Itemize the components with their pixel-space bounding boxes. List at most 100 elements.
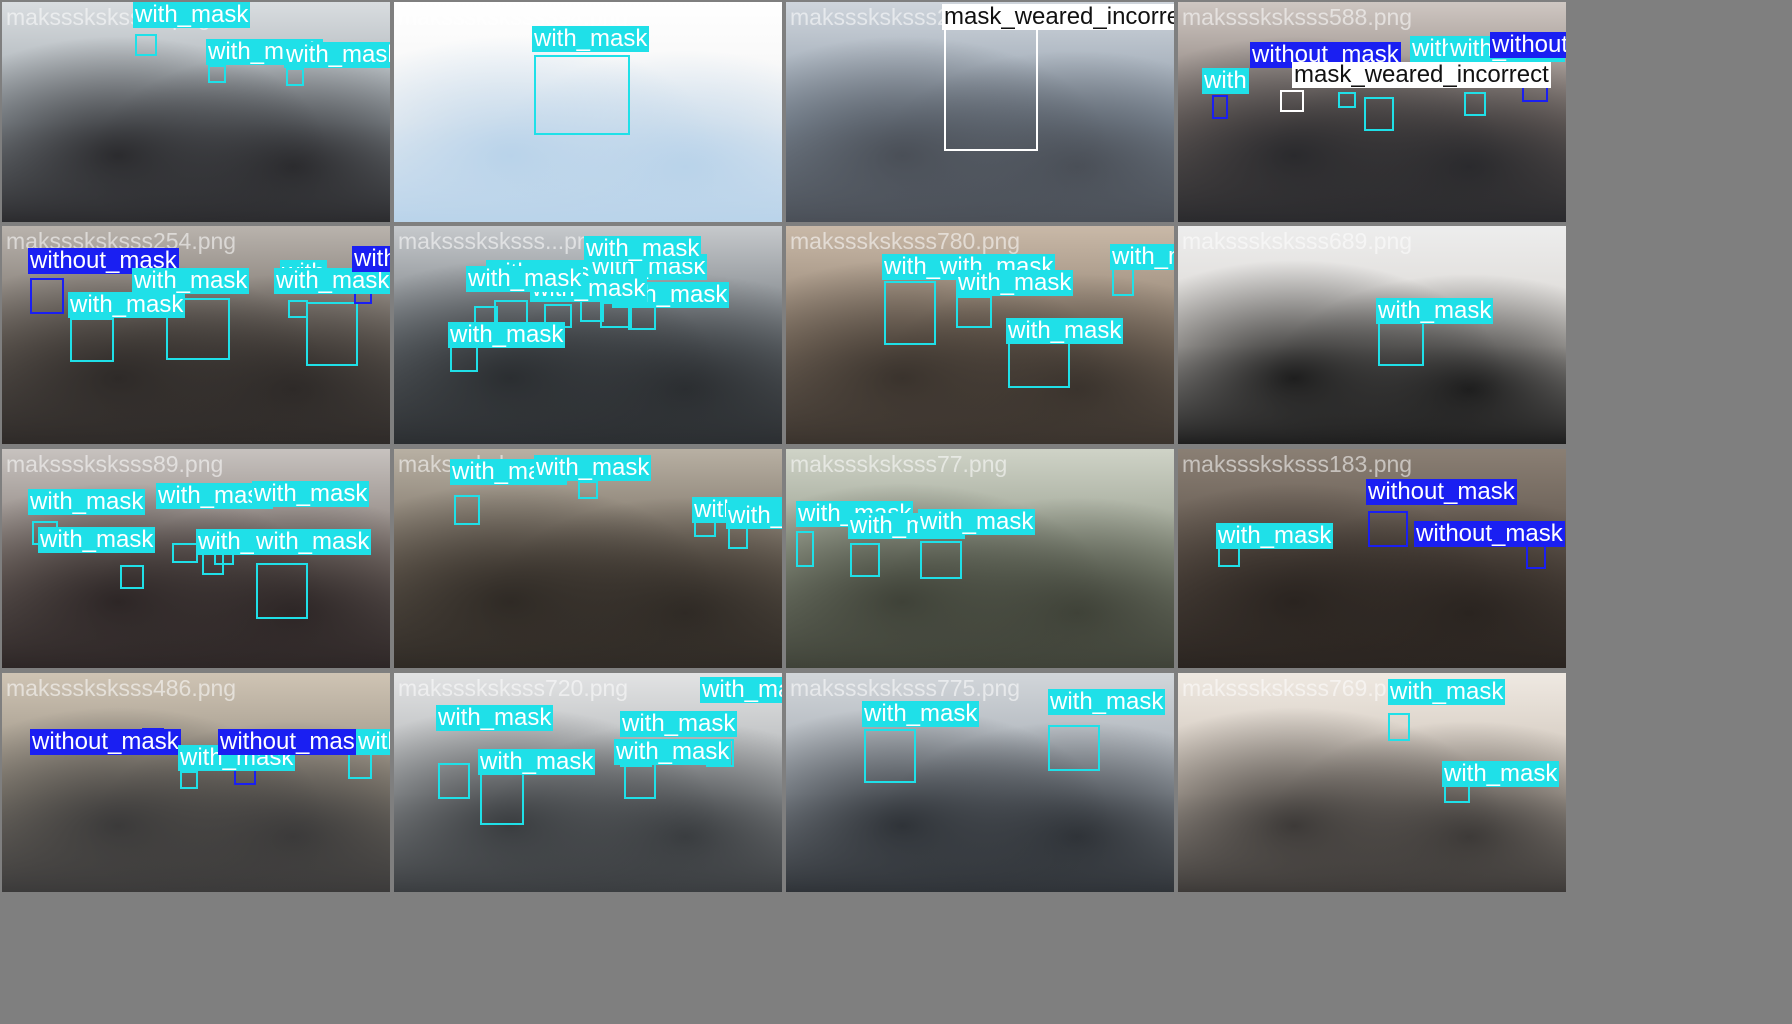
image-tile: maksssksksss394.png with_mask bbox=[394, 2, 782, 222]
bounding-box bbox=[1368, 511, 1408, 547]
detection-label: without_mas bbox=[218, 728, 357, 755]
bounding-box bbox=[850, 543, 880, 577]
image-tile: maksssksksss720.png with_mask with_mask wit… bbox=[394, 673, 782, 892]
bounding-box bbox=[1212, 95, 1228, 119]
bounding-box bbox=[70, 318, 114, 362]
file-name: maksssksksss77.png bbox=[790, 451, 1008, 477]
detection-label: with_mask bbox=[1006, 317, 1124, 344]
image-tile: maksssksksss588.pngwithout_maskwithwith_… bbox=[1178, 2, 1566, 222]
bounding-box bbox=[30, 278, 64, 314]
bounding-box bbox=[728, 527, 748, 549]
detection-label: with_mask bbox=[1110, 244, 1174, 270]
bounding-box bbox=[1280, 90, 1304, 112]
image-tile: maksssksksss89.png with_mask with_mask with… bbox=[2, 449, 390, 668]
bounding-box bbox=[172, 543, 198, 563]
bounding-box bbox=[1338, 92, 1356, 108]
detection-label: with_mask bbox=[478, 748, 596, 775]
bounding-box bbox=[288, 300, 308, 318]
image-tile: maksssksksss769.png with_mask with_mask bbox=[1178, 673, 1566, 892]
bounding-box bbox=[534, 55, 630, 135]
bounding-box bbox=[1364, 97, 1394, 131]
bounding-box bbox=[1388, 713, 1410, 741]
file-name: maksssksksss769.png bbox=[1182, 675, 1413, 701]
bounding-box bbox=[1464, 92, 1486, 116]
image-tile: maksssksksss486.png without_mask with_mask… bbox=[2, 673, 390, 892]
image-tile: maksssksksss183.png with_mask without_mask… bbox=[1178, 449, 1566, 668]
detection-label: with_mask bbox=[918, 508, 1036, 535]
bounding-box bbox=[286, 68, 304, 86]
detection-label: with_mask bbox=[862, 700, 980, 727]
file-name: maksssksksss780.png bbox=[790, 228, 1021, 254]
detection-label: with_mask bbox=[448, 321, 566, 348]
file-name: maksssksksss588.png bbox=[1182, 4, 1413, 30]
detection-label: with_mask bbox=[1388, 678, 1506, 705]
detection-label: with_mask bbox=[68, 291, 186, 318]
bounding-box bbox=[1048, 725, 1100, 771]
image-tile: maksssksksss689.png with_mask bbox=[1178, 226, 1566, 444]
detection-label: with_mask bbox=[532, 25, 650, 52]
detection-label: with_mask bbox=[466, 265, 584, 292]
detection-label: with_mask bbox=[614, 738, 732, 765]
bounding-box bbox=[438, 763, 470, 799]
bounding-box bbox=[454, 495, 480, 525]
bounding-box bbox=[864, 729, 916, 783]
photo bbox=[1178, 226, 1566, 444]
image-tile: maksssksksss...pngwith_maskwith_maskwith… bbox=[394, 449, 782, 668]
detection-label: with_mask bbox=[284, 42, 390, 68]
detection-label: with_mask bbox=[356, 729, 390, 755]
image-tile: maksssksksss780.png with_with_mask with_ma… bbox=[786, 226, 1174, 444]
bounding-box bbox=[208, 65, 226, 83]
image-tile: maksssksksss...pngwith_maskwith_maskwith… bbox=[394, 226, 782, 444]
bounding-box bbox=[956, 296, 992, 328]
bounding-box bbox=[920, 541, 962, 579]
detection-label: with_mask bbox=[1376, 297, 1494, 324]
file-name: maksssksksss89.png bbox=[6, 451, 224, 477]
detection-label: with_mask bbox=[584, 235, 702, 262]
file-name: maksssksksss720.png bbox=[398, 675, 629, 701]
detection-label: without_mas bbox=[352, 246, 390, 272]
detection-label: with_mask bbox=[1216, 522, 1334, 549]
detection-label: with_mask bbox=[252, 480, 370, 507]
bounding-box bbox=[628, 306, 656, 330]
detection-label: with_mask bbox=[28, 488, 146, 515]
detection-mosaic: maksssksksss0.png with_mask with_mask with_… bbox=[0, 0, 1792, 1024]
file-name: maksssksksss183.png bbox=[1182, 451, 1413, 477]
bounding-box bbox=[796, 531, 814, 567]
file-name: maksssksksss...png bbox=[398, 228, 603, 254]
bounding-box bbox=[480, 773, 524, 825]
file-name: maksssksksss689.png bbox=[1182, 228, 1413, 254]
bounding-box bbox=[1112, 266, 1134, 296]
detection-label: with_mask bbox=[726, 503, 782, 529]
detection-label: with_mask bbox=[700, 677, 782, 703]
detection-label: with_mask bbox=[1048, 688, 1166, 715]
detection-label: with_mask bbox=[534, 454, 652, 481]
detection-label: with bbox=[1202, 67, 1249, 94]
detection-label: without_mask bbox=[1366, 478, 1517, 505]
image-tile: maksssksksss274.png mask_weared_incorrect bbox=[786, 2, 1174, 222]
bounding-box bbox=[180, 771, 198, 789]
detection-label: with_mask bbox=[38, 526, 156, 553]
detection-label: with_mask bbox=[254, 528, 372, 555]
detection-label: without_mask bbox=[1414, 520, 1565, 547]
bounding-box bbox=[578, 481, 598, 499]
detection-label: without_mask bbox=[30, 728, 181, 755]
bounding-box bbox=[884, 281, 936, 345]
file-name: maksssksksss486.png bbox=[6, 675, 237, 701]
image-tile: maksssksksss77.pngwith_maskwith_maskwith… bbox=[786, 449, 1174, 668]
photo bbox=[786, 449, 1174, 668]
bounding-box bbox=[306, 302, 358, 366]
bounding-box bbox=[256, 563, 308, 619]
detection-label: with_mask bbox=[436, 704, 554, 731]
detection-label: with_mask bbox=[133, 2, 251, 28]
detection-label: with_mask bbox=[132, 267, 250, 294]
detection-label: mask_weared_incorrect bbox=[1292, 61, 1551, 88]
detection-label: without_mask bbox=[1490, 32, 1566, 58]
photo bbox=[2, 2, 390, 222]
detection-label: with_mask bbox=[1442, 760, 1560, 787]
detection-label: with_mask bbox=[956, 269, 1074, 296]
bounding-box bbox=[944, 19, 1038, 151]
file-name: maksssksksss775.png bbox=[790, 675, 1021, 701]
detection-label: mask_weared_incorrect bbox=[942, 4, 1174, 30]
image-tile: maksssksksss254.png without_mask with_mask… bbox=[2, 226, 390, 444]
bounding-box bbox=[120, 565, 144, 589]
